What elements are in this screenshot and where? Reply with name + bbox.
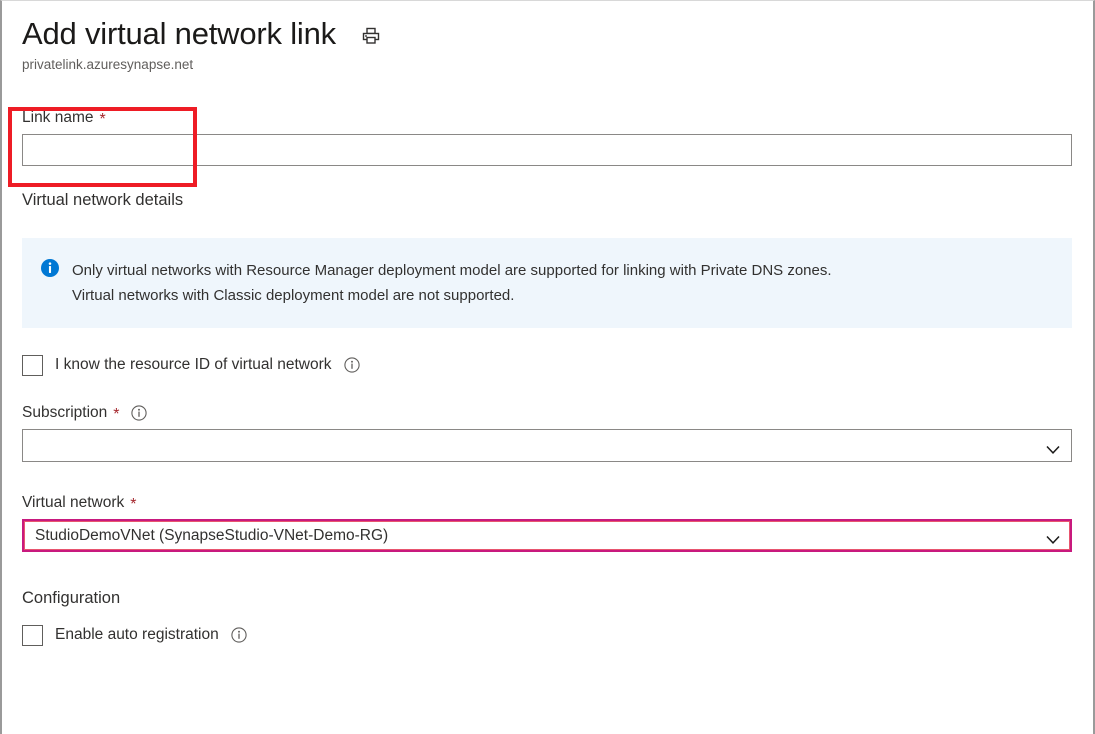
know-resource-id-label: I know the resource ID of virtual networ…: [55, 356, 332, 373]
title-row: Add virtual network link: [22, 15, 1062, 53]
configuration-heading: Configuration: [22, 589, 121, 607]
virtual-network-details-heading: Virtual network details: [22, 191, 184, 209]
virtual-network-select-wrap: StudioDemoVNet (SynapseStudio-VNet-Demo-…: [22, 519, 1072, 552]
know-resource-id-row[interactable]: I know the resource ID of virtual networ…: [22, 354, 1072, 376]
form-body: Link name * Virtual network details Only…: [22, 107, 1072, 646]
link-name-label: Link name *: [22, 107, 1072, 129]
virtual-network-selected-value: StudioDemoVNet (SynapseStudio-VNet-Demo-…: [35, 526, 389, 544]
enable-auto-registration-row[interactable]: Enable auto registration: [22, 624, 1072, 646]
subscription-label: Subscription *: [22, 402, 1072, 424]
info-outline-icon[interactable]: [231, 627, 247, 643]
enable-auto-registration-label: Enable auto registration: [55, 626, 219, 643]
virtual-network-field-group: Virtual network * StudioDemoVNet (Synaps…: [22, 492, 1072, 552]
info-banner-line-2: Virtual networks with Classic deployment…: [72, 287, 515, 304]
info-outline-icon[interactable]: [343, 357, 360, 373]
link-name-label-text: Link name: [22, 109, 94, 126]
required-asterisk: *: [99, 111, 106, 128]
page-title: Add virtual network link: [22, 16, 336, 51]
virtual-network-label: Virtual network *: [22, 492, 1072, 514]
printer-icon[interactable]: [360, 25, 382, 47]
info-circle-icon: [41, 259, 59, 277]
link-name-input[interactable]: [22, 134, 1072, 166]
enable-auto-registration-checkbox[interactable]: [22, 624, 43, 646]
info-banner-text: Only virtual networks with Resource Mana…: [72, 258, 832, 308]
info-outline-icon[interactable]: [130, 405, 147, 421]
subscription-select-wrap: [22, 429, 1072, 462]
required-asterisk: *: [130, 496, 137, 513]
info-banner-line-1: Only virtual networks with Resource Mana…: [72, 262, 832, 279]
know-resource-id-checkbox[interactable]: [22, 354, 43, 376]
add-virtual-network-link-blade: Add virtual network link privatelink.azu…: [0, 0, 1095, 734]
subscription-select[interactable]: [22, 429, 1072, 462]
subscription-label-text: Subscription: [22, 404, 108, 421]
required-asterisk: *: [113, 406, 120, 423]
info-banner: Only virtual networks with Resource Mana…: [22, 238, 1072, 328]
virtual-network-select[interactable]: StudioDemoVNet (SynapseStudio-VNet-Demo-…: [22, 519, 1072, 552]
virtual-network-label-text: Virtual network: [22, 494, 125, 511]
subscription-field-group: Subscription *: [22, 402, 1072, 462]
link-name-field-group: Link name *: [22, 107, 1072, 166]
blade-header: Add virtual network link privatelink.azu…: [22, 15, 1062, 74]
blade-subtitle: privatelink.azuresynapse.net: [22, 57, 194, 72]
